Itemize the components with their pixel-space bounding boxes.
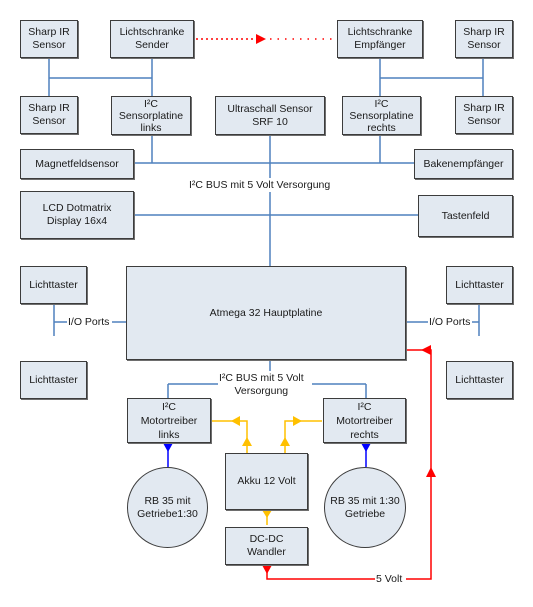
dc-dc-wandler: DC-DC Wandler [225,527,308,565]
io-ports-label-right: I/O Ports [428,316,472,329]
atmega-32-hauptplatine: Atmega 32 Hauptplatine [126,266,406,360]
lichtschranke-empfaenger: Lichtschranke Empfänger [337,20,423,58]
sharp-ir-sensor-bottom-left: Sharp IR Sensor [20,96,78,134]
i2c-bus-label-top: I²C BUS mit 5 Volt Versorgung [188,179,332,192]
sensorplatine-rechts: I²C Sensorplatine rechts [342,96,421,135]
lichttaster-left-top: Lichttaster [20,266,87,304]
lichttaster-right-bottom: Lichttaster [446,361,513,399]
motor-rechts: RB 35 mit 1:30 Getriebe [324,467,406,548]
magnetfeldsensor: Magnetfeldsensor [20,149,134,179]
lcd-display: LCD Dotmatrix Display 16x4 [20,191,134,239]
sharp-ir-sensor-bottom-right: Sharp IR Sensor [455,96,513,134]
sensorplatine-links: I²C Sensorplatine links [111,96,191,135]
ultraschall-sensor: Ultraschall Sensor SRF 10 [215,96,325,135]
tastenfeld: Tastenfeld [418,195,513,237]
ir-beam-link [196,34,336,44]
bakenempfaenger: Bakenempfänger [414,149,513,179]
sharp-ir-sensor-top-right: Sharp IR Sensor [455,20,513,58]
akku-12-volt: Akku 12 Volt [225,453,308,510]
five-volt-label: 5 Volt [375,573,404,586]
io-ports-label-left: I/O Ports [67,316,111,329]
lichtschranke-sender: Lichtschranke Sender [110,20,194,58]
motortreiber-links: I²C Motortreiber links [127,398,211,443]
lichttaster-left-bottom: Lichttaster [20,361,87,399]
sharp-ir-sensor-top-left: Sharp IR Sensor [20,20,78,58]
motor-links: RB 35 mit Getriebe1:30 [127,467,208,548]
motortreiber-rechts: I²C Motortreiber rechts [323,398,406,443]
lichttaster-right-top: Lichttaster [446,266,513,304]
i2c-bus-label-bottom: I²C BUS mit 5 Volt Versorgung [218,372,305,398]
